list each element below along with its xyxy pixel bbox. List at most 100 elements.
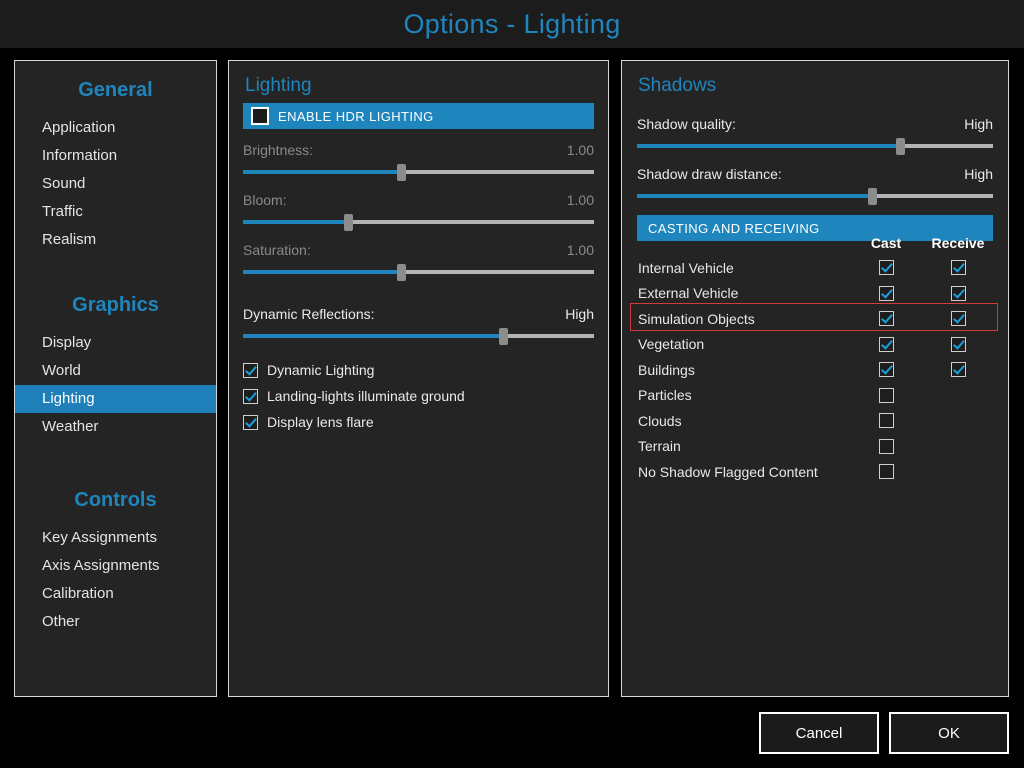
sidebar-item-key-assignments[interactable]: Key Assignments — [15, 524, 216, 552]
checkbox-dynamic-lighting[interactable] — [243, 362, 258, 378]
brightness-value: 1.00 — [566, 142, 594, 158]
sidebar-item-calibration[interactable]: Calibration — [15, 580, 216, 608]
bloom-slider[interactable] — [243, 214, 594, 231]
ok-button[interactable]: OK — [889, 712, 1009, 754]
dynamic-reflections-slider-group: Dynamic Reflections: High — [243, 303, 594, 345]
sidebar-group-general: Application Information Sound Traffic Realis… — [15, 114, 216, 254]
shadow-slider-list: Shadow quality: High Shadow draw distance:… — [637, 113, 993, 205]
shadows-heading: Shadows — [638, 75, 717, 96]
shadow-draw-distance-label-row: Shadow draw distance: High — [637, 163, 993, 185]
shadow-casting-table: Cast Receive Internal Vehicle External Vehi… — [638, 231, 994, 485]
sidebar-item-realism[interactable]: Realism — [15, 226, 216, 254]
checkbox-row-display-lens-flare[interactable]: Display lens flare — [243, 409, 594, 435]
saturation-value: 1.00 — [566, 242, 594, 258]
checkbox-cast-clouds[interactable] — [878, 413, 894, 429]
shadow-row-label-external-vehicle: External Vehicle — [638, 285, 739, 302]
checkbox-cast-no-shadow-flagged-content[interactable] — [878, 464, 894, 480]
sidebar-item-application[interactable]: Application — [15, 114, 216, 142]
checkbox-cast-external-vehicle[interactable] — [878, 285, 894, 301]
sidebar-item-traffic[interactable]: Traffic — [15, 198, 216, 226]
checkbox-receive-simulation-objects[interactable] — [950, 311, 966, 327]
shadow-row-label-particles: Particles — [638, 387, 692, 404]
saturation-slider-thumb[interactable] — [396, 264, 406, 281]
table-row: Vegetation — [638, 332, 994, 358]
shadow-quality-slider-group: Shadow quality: High — [637, 113, 993, 155]
table-row: Buildings — [638, 357, 994, 383]
lighting-slider-list: Brightness: 1.00 Bloom: 1.00 Saturation: 1.00… — [243, 139, 594, 345]
checkbox-receive-external-vehicle[interactable] — [950, 285, 966, 301]
dynamic-reflections-value: High — [565, 306, 594, 322]
lighting-checkbox-list: Dynamic Lighting Landing-lights illuminat… — [243, 357, 594, 435]
enable-hdr-lighting-label: ENABLE HDR LIGHTING — [278, 108, 434, 124]
dynamic-reflections-slider[interactable] — [243, 328, 594, 345]
shadow-column-header-receive: Receive — [931, 235, 985, 251]
shadow-cast-cell-buildings — [850, 362, 922, 378]
checkbox-cast-terrain[interactable] — [878, 438, 894, 454]
shadow-cast-cell-simulation-objects — [850, 311, 922, 327]
checkbox-label-dynamic-lighting: Dynamic Lighting — [267, 362, 375, 378]
shadow-quality-slider[interactable] — [637, 138, 993, 155]
shadows-panel: Shadows Shadow quality: High Shadow draw d… — [621, 60, 1009, 697]
shadow-draw-distance-slider-thumb[interactable] — [867, 188, 877, 205]
sidebar-item-display[interactable]: Display — [15, 329, 216, 357]
window-title-bar: Options - Lighting — [0, 0, 1024, 48]
shadow-draw-distance-label: Shadow draw distance: — [637, 166, 782, 182]
dynamic-reflections-label: Dynamic Reflections: — [243, 306, 375, 322]
bloom-label: Bloom: — [243, 192, 287, 208]
shadow-cast-cell-vegetation — [850, 336, 922, 352]
enable-hdr-lighting-checkbox[interactable] — [251, 107, 269, 125]
checkbox-landing-lights-illuminate-ground[interactable] — [243, 388, 258, 404]
shadow-draw-distance-slider-group: Shadow draw distance: High — [637, 163, 993, 205]
saturation-label-row: Saturation: 1.00 — [243, 239, 594, 261]
shadow-row-label-simulation-objects: Simulation Objects — [638, 310, 755, 327]
sidebar-item-lighting[interactable]: Lighting — [15, 385, 216, 413]
checkbox-row-landing-lights-illuminate-ground[interactable]: Landing-lights illuminate ground — [243, 383, 594, 409]
cancel-button[interactable]: Cancel — [759, 712, 879, 754]
shadow-receive-cell-external-vehicle — [922, 285, 994, 301]
dynamic-reflections-slider-thumb[interactable] — [498, 328, 508, 345]
shadow-draw-distance-slider-fill — [637, 194, 872, 198]
sidebar-panel: General Application Information Sound Traffi… — [14, 60, 217, 697]
brightness-slider-group: Brightness: 1.00 — [243, 139, 594, 181]
shadow-quality-value: High — [964, 116, 993, 132]
checkbox-cast-vegetation[interactable] — [878, 336, 894, 352]
shadow-receive-cell-simulation-objects — [922, 311, 994, 327]
sidebar-item-other[interactable]: Other — [15, 608, 216, 636]
ok-button-label: OK — [938, 724, 960, 742]
brightness-slider-thumb[interactable] — [396, 164, 406, 181]
sidebar-group-title-controls: Controls — [74, 489, 157, 511]
shadow-quality-slider-thumb[interactable] — [896, 138, 906, 155]
sidebar-item-axis-assignments[interactable]: Axis Assignments — [15, 552, 216, 580]
shadow-row-label-vegetation: Vegetation — [638, 336, 705, 353]
cancel-button-label: Cancel — [795, 724, 843, 742]
enable-hdr-lighting-banner[interactable]: ENABLE HDR LIGHTING — [243, 103, 594, 129]
saturation-slider-fill — [243, 270, 401, 274]
bloom-slider-thumb[interactable] — [344, 214, 354, 231]
shadow-row-label-internal-vehicle: Internal Vehicle — [638, 259, 734, 276]
checkbox-cast-simulation-objects[interactable] — [878, 311, 894, 327]
sidebar-item-sound[interactable]: Sound — [15, 170, 216, 198]
brightness-slider-fill — [243, 170, 401, 174]
bloom-slider-fill — [243, 220, 349, 224]
checkbox-receive-vegetation[interactable] — [950, 336, 966, 352]
shadow-column-header-cast: Cast — [870, 235, 902, 251]
shadow-draw-distance-slider[interactable] — [637, 188, 993, 205]
sidebar-item-world[interactable]: World — [15, 357, 216, 385]
sidebar-item-information[interactable]: Information — [15, 142, 216, 170]
shadow-table-header: Cast Receive — [638, 231, 994, 255]
saturation-slider[interactable] — [243, 264, 594, 281]
checkbox-cast-particles[interactable] — [878, 387, 894, 403]
checkbox-cast-internal-vehicle[interactable] — [878, 260, 894, 276]
brightness-label-row: Brightness: 1.00 — [243, 139, 594, 161]
checkbox-row-dynamic-lighting[interactable]: Dynamic Lighting — [243, 357, 594, 383]
sidebar-item-weather[interactable]: Weather — [15, 413, 216, 441]
checkbox-receive-buildings[interactable] — [950, 362, 966, 378]
bloom-slider-group: Bloom: 1.00 — [243, 189, 594, 231]
checkbox-display-lens-flare[interactable] — [243, 414, 258, 430]
brightness-slider[interactable] — [243, 164, 594, 181]
shadow-cast-cell-particles — [850, 387, 922, 403]
checkbox-cast-buildings[interactable] — [878, 362, 894, 378]
shadow-cast-cell-no-shadow-flagged-content — [850, 464, 922, 480]
shadow-row-label-buildings: Buildings — [638, 361, 695, 378]
checkbox-receive-internal-vehicle[interactable] — [950, 260, 966, 276]
